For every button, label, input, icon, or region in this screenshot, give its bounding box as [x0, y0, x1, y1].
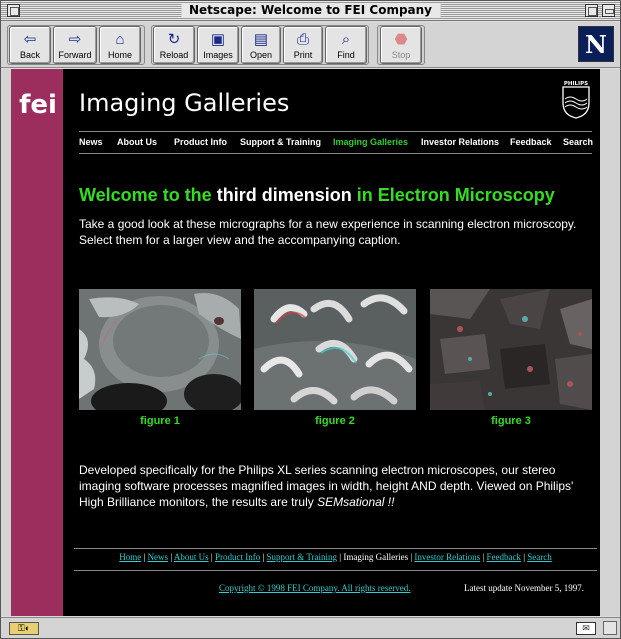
stop-sign-icon: ⬣	[394, 31, 408, 48]
fei-logo[interactable]: fei	[19, 77, 57, 125]
last-update-text: Latest update November 5, 1997.	[464, 583, 584, 593]
print-button[interactable]: ⎙ Print	[283, 26, 323, 64]
description-paragraph: Developed specifically for the Philips X…	[79, 462, 594, 510]
figure-3-thumbnail[interactable]	[430, 289, 592, 410]
headline-part-2: third dimension	[216, 185, 352, 205]
lock-key-icon[interactable]: ⚿◐	[9, 622, 39, 635]
footer-link-search[interactable]: Search	[527, 552, 552, 562]
headline-part-3: in Electron Microscopy	[351, 185, 555, 205]
footer-link-support-training[interactable]: Support & Training	[267, 552, 338, 562]
main-nav: News About Us Product Info Support & Tra…	[79, 137, 593, 151]
reload-icon: ↻	[167, 31, 181, 48]
nav-item-feedback[interactable]: Feedback	[510, 137, 552, 147]
browser-window: Netscape: Welcome to FEI Company ⇦ Back …	[0, 0, 621, 639]
netscape-logo[interactable]: N	[578, 26, 614, 62]
window-title: Netscape: Welcome to FEI Company	[180, 3, 441, 18]
title-bar[interactable]: Netscape: Welcome to FEI Company	[1, 1, 620, 21]
reload-button[interactable]: ↻ Reload	[153, 26, 195, 64]
footer-link-investor-relations[interactable]: Investor Relations	[414, 552, 480, 562]
philips-shield-logo: PHILIPS	[562, 81, 590, 119]
stop-button[interactable]: ⬣ Stop	[380, 26, 422, 64]
printer-icon: ⎙	[296, 31, 309, 48]
page-title: Imaging Galleries	[79, 89, 290, 117]
images-button[interactable]: ▣ Images	[197, 26, 239, 64]
open-folder-icon: ▤	[253, 31, 269, 48]
figure-2-thumbnail[interactable]	[254, 289, 416, 410]
figure-1-thumbnail[interactable]	[79, 289, 241, 410]
figure-1-caption[interactable]: figure 1	[79, 415, 241, 427]
resize-grip-icon[interactable]	[603, 621, 617, 635]
headline-part-1: Welcome to the	[79, 185, 217, 205]
open-button[interactable]: ▤ Open	[241, 26, 281, 64]
back-button[interactable]: ⇦ Back	[9, 26, 51, 64]
footer-link-about-us[interactable]: About Us	[174, 552, 209, 562]
left-arrow-icon: ⇦	[23, 31, 37, 48]
footer-divider-bottom	[74, 570, 597, 571]
footer-nav: Home | News | About Us | Product Info | …	[119, 552, 552, 562]
navigation-toolbar: ⇦ Back ⇨ Forward ⌂ Home ↻ Reload ▣ Image…	[1, 22, 620, 68]
binoculars-icon: ⌕	[341, 31, 351, 48]
figure-2-caption[interactable]: figure 2	[254, 415, 416, 427]
close-box-icon[interactable]	[7, 4, 20, 17]
nav-divider-bottom	[79, 153, 592, 154]
intro-paragraph: Take a good look at these micrographs fo…	[79, 217, 577, 247]
footer-item-imaging-galleries: Imaging Galleries	[343, 552, 409, 562]
mail-envelope-icon[interactable]: ✉	[576, 622, 596, 635]
nav-item-news[interactable]: News	[79, 137, 103, 147]
home-button[interactable]: ⌂ Home	[99, 26, 141, 64]
footer-link-feedback[interactable]: Feedback	[486, 552, 520, 562]
find-button[interactable]: ⌕ Find	[325, 26, 367, 64]
forward-button[interactable]: ⇨ Forward	[53, 26, 97, 64]
nav-item-support-training[interactable]: Support & Training	[240, 137, 321, 147]
philips-label: PHILIPS	[564, 81, 588, 87]
nav-item-investor-relations[interactable]: Investor Relations	[421, 137, 499, 147]
sidebar-band	[11, 69, 63, 616]
window-frame-right	[600, 69, 620, 616]
window-frame-left	[1, 69, 11, 616]
nav-item-product-info[interactable]: Product Info	[174, 137, 227, 147]
collapse-box-icon[interactable]	[602, 4, 615, 17]
nav-item-imaging-galleries[interactable]: Imaging Galleries	[333, 137, 408, 147]
footer-link-home[interactable]: Home	[119, 552, 141, 562]
figure-3-caption[interactable]: figure 3	[430, 415, 592, 427]
copyright-link[interactable]: Copyright © 1998 FEI Company. All rights…	[219, 583, 411, 593]
zoom-box-icon[interactable]	[585, 4, 598, 17]
footer-link-news[interactable]: News	[148, 552, 169, 562]
status-bar: ⚿◐ ✉	[1, 617, 620, 638]
nav-divider-top	[79, 131, 592, 132]
footer-link-product-info[interactable]: Product Info	[215, 552, 260, 562]
welcome-headline: Welcome to the third dimension in Electr…	[79, 185, 555, 206]
right-arrow-icon: ⇨	[68, 31, 82, 48]
house-icon: ⌂	[115, 31, 125, 48]
fei-logo-text: fei	[19, 90, 57, 120]
nav-item-about-us[interactable]: About Us	[117, 137, 157, 147]
footer-divider-top	[74, 548, 597, 549]
page-viewport: fei Imaging Galleries PHILIPS News About…	[11, 69, 600, 616]
description-emphasis: SEMsational !!	[317, 495, 395, 509]
images-icon: ▣	[210, 31, 226, 48]
nav-item-search[interactable]: Search	[563, 137, 593, 147]
